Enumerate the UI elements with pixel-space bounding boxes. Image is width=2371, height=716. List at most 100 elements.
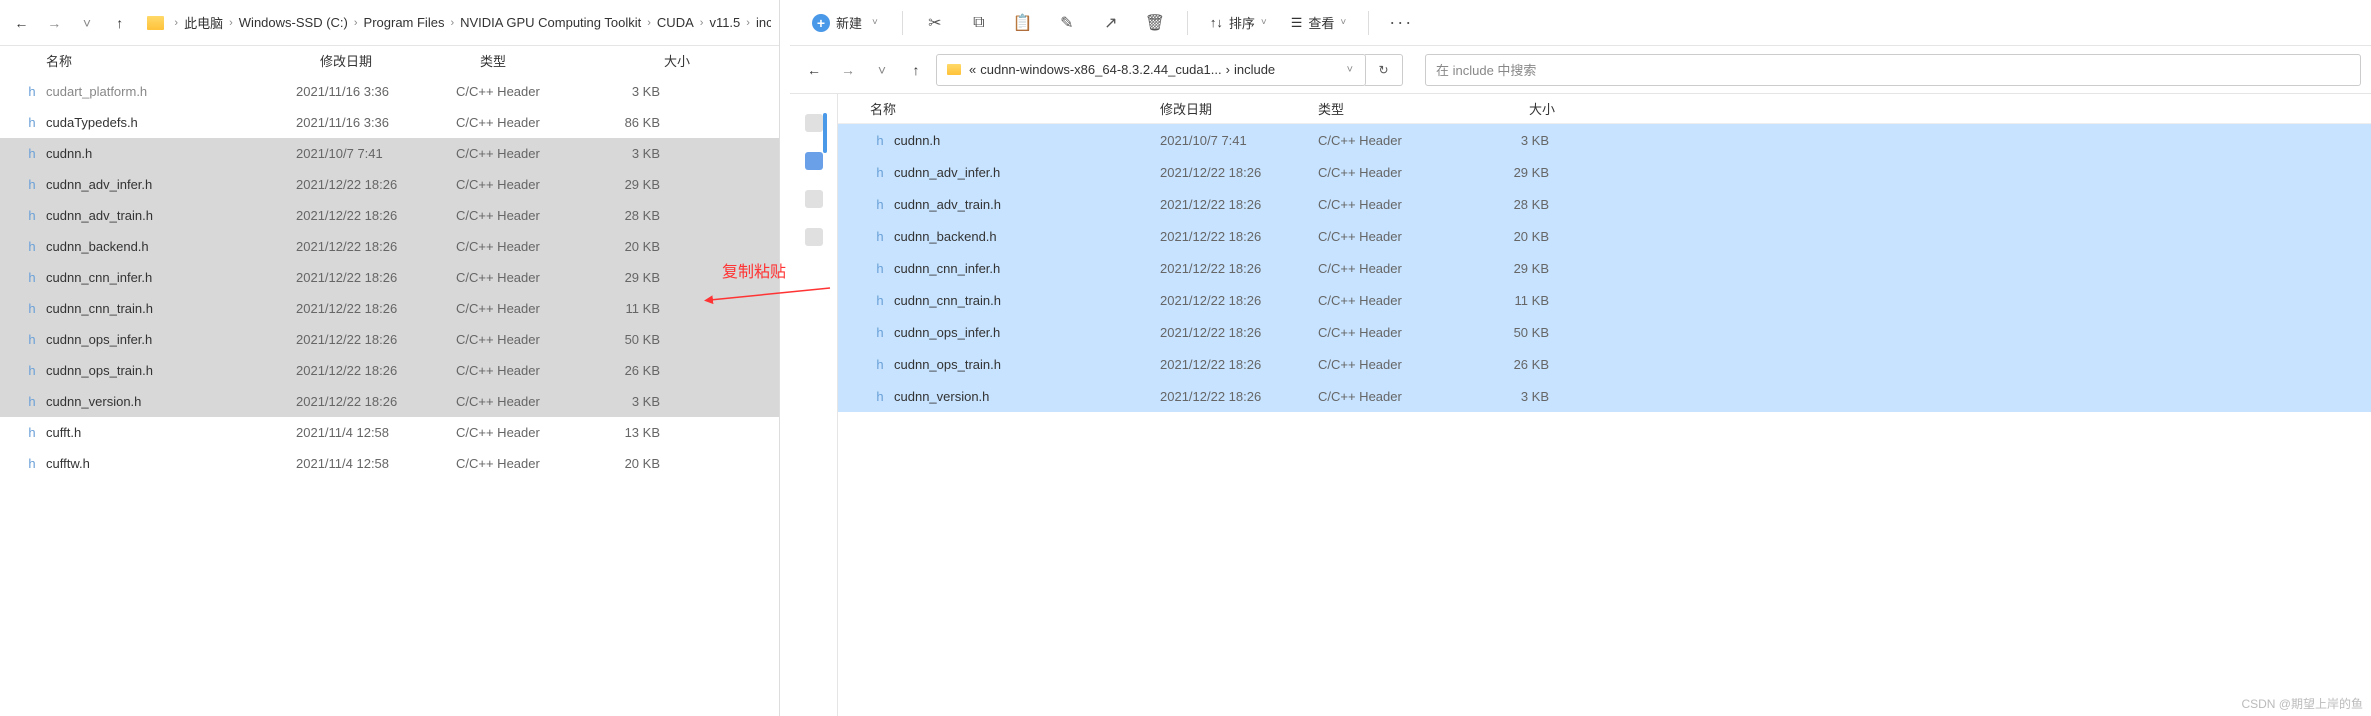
nav-chevron-down-icon[interactable]: ˅ [868,56,896,84]
col-header-size[interactable]: 大小 [610,51,690,70]
file-row[interactable]: hcufft.h2021/11/4 12:58C/C++ Header13 KB [0,417,779,448]
file-row[interactable]: hcudnn_backend.h2021/12/22 18:26C/C++ He… [838,220,2371,252]
file-type: C/C++ Header [1318,357,1483,372]
file-type: C/C++ Header [456,301,586,316]
refresh-button[interactable]: ↻ [1365,54,1403,86]
header-file-icon: h [870,130,890,150]
breadcrumb-item[interactable]: Program Files [364,15,445,30]
breadcrumb-item[interactable]: v11.5 [709,15,740,30]
nav-forward-button[interactable]: → [41,9,68,37]
nav-up-button[interactable]: ↑ [902,56,930,84]
file-type: C/C++ Header [456,146,586,161]
file-row[interactable]: hcufftw.h2021/11/4 12:58C/C++ Header20 K… [0,448,779,479]
col-header-type[interactable]: 类型 [480,51,610,70]
file-size: 29 KB [586,177,666,192]
breadcrumb-item[interactable]: include [756,15,771,30]
file-size: 50 KB [586,332,666,347]
folder-icon [947,64,961,75]
toolbar-separator [902,11,903,35]
file-type: C/C++ Header [1318,325,1483,340]
address-dropdown-icon[interactable]: ˅ [1347,64,1353,76]
paste-icon[interactable]: 📋 [1003,7,1043,39]
file-row[interactable]: hcudaTypedefs.h2021/11/16 3:36C/C++ Head… [0,107,779,138]
left-file-list[interactable]: hcudart_platform.h2021/11/16 3:36C/C++ H… [0,76,779,716]
view-button[interactable]: ☰ 查看 ˅ [1281,9,1357,36]
file-row[interactable]: hcudnn_backend.h2021/12/22 18:26C/C++ He… [0,231,779,262]
address-box[interactable]: « cudnn-windows-x86_64-8.3.2.44_cuda1...… [936,54,1366,86]
file-row[interactable]: hcudnn_adv_train.h2021/12/22 18:26C/C++ … [0,200,779,231]
breadcrumb[interactable]: 此电脑 › Windows-SSD (C:) › Program Files › NVIDI… [184,13,771,32]
breadcrumb-item[interactable]: 此电脑 [184,13,223,32]
copy-icon[interactable]: ⧉ [959,7,999,39]
file-row[interactable]: hcudnn_adv_infer.h2021/12/22 18:26C/C++ … [0,169,779,200]
rename-icon[interactable]: ✎ [1047,7,1087,39]
file-type: C/C++ Header [456,363,586,378]
file-row[interactable]: hcudnn_ops_train.h2021/12/22 18:26C/C++ … [838,348,2371,380]
file-row[interactable]: hcudnn_ops_train.h2021/12/22 18:26C/C++ … [0,355,779,386]
right-content: 名称 修改日期 类型 大小 hcudnn.h2021/10/7 7:41C/C+… [790,94,2371,716]
new-button[interactable]: + 新建 ˅ [800,9,890,36]
file-row[interactable]: hcudnn_ops_infer.h2021/12/22 18:26C/C++ … [838,316,2371,348]
file-name: cudnn_adv_train.h [894,197,1001,212]
file-type: C/C++ Header [1318,229,1483,244]
file-row[interactable]: hcudnn_version.h2021/12/22 18:26C/C++ He… [0,386,779,417]
col-header-name[interactable]: 名称 [46,51,320,70]
file-row[interactable]: hcudnn_cnn_train.h2021/12/22 18:26C/C++ … [838,284,2371,316]
file-row[interactable]: hcudnn.h2021/10/7 7:41C/C++ Header3 KB [838,124,2371,156]
file-row[interactable]: hcudnn.h2021/10/7 7:41C/C++ Header3 KB [0,138,779,169]
file-row[interactable]: hcudnn_version.h2021/12/22 18:26C/C++ He… [838,380,2371,412]
col-header-size[interactable]: 大小 [1483,99,1555,118]
file-row[interactable]: hcudnn_cnn_train.h2021/12/22 18:26C/C++ … [0,293,779,324]
breadcrumb-chevron-icon: › [450,17,454,29]
header-file-icon: h [22,113,42,133]
file-name: cudnn.h [46,146,92,161]
breadcrumb-item[interactable]: CUDA [657,15,694,30]
file-date: 2021/12/22 18:26 [1160,293,1318,308]
right-column-header[interactable]: 名称 修改日期 类型 大小 [838,94,2371,124]
share-icon[interactable]: ↗ [1091,7,1131,39]
col-header-type[interactable]: 类型 [1318,99,1483,118]
col-header-name[interactable]: 名称 [870,99,1160,118]
search-placeholder: 在 include 中搜索 [1436,60,1536,79]
file-name: cufftw.h [46,456,90,471]
breadcrumb-chevron-icon: › [746,17,750,29]
search-input[interactable]: 在 include 中搜索 [1425,54,2361,86]
nav-back-button[interactable]: ← [800,56,828,84]
left-column-header[interactable]: 名称 修改日期 类型 大小 [0,46,779,76]
nav-back-button[interactable]: ← [8,9,35,37]
address-current[interactable]: include [1234,62,1275,77]
file-name: cudnn_adv_infer.h [46,177,152,192]
delete-icon[interactable]: 🗑 [1135,7,1175,39]
file-type: C/C++ Header [456,332,586,347]
breadcrumb-chevron-icon: › [647,17,651,29]
plus-icon: + [812,14,830,32]
file-row[interactable]: hcudart_platform.h2021/11/16 3:36C/C++ H… [0,76,779,107]
view-label: 查看 [1308,13,1334,32]
file-type: C/C++ Header [1318,261,1483,276]
sort-button[interactable]: ↑↓ 排序 ˅ [1200,9,1277,36]
file-date: 2021/12/22 18:26 [296,270,456,285]
nav-chevron-down-icon[interactable]: ˅ [74,9,101,37]
file-row[interactable]: hcudnn_ops_infer.h2021/12/22 18:26C/C++ … [0,324,779,355]
file-row[interactable]: hcudnn_cnn_infer.h2021/12/22 18:26C/C++ … [0,262,779,293]
file-size: 20 KB [1483,229,1555,244]
right-file-list[interactable]: hcudnn.h2021/10/7 7:41C/C++ Header3 KBhc… [838,124,2371,412]
address-path[interactable]: cudnn-windows-x86_64-8.3.2.44_cuda1... [980,62,1221,77]
breadcrumb-item[interactable]: Windows-SSD (C:) [239,15,348,30]
file-row[interactable]: hcudnn_cnn_infer.h2021/12/22 18:26C/C++ … [838,252,2371,284]
file-size: 13 KB [586,425,666,440]
file-size: 50 KB [1483,325,1555,340]
col-header-date[interactable]: 修改日期 [320,51,480,70]
file-date: 2021/11/16 3:36 [296,115,456,130]
breadcrumb-item[interactable]: NVIDIA GPU Computing Toolkit [460,15,641,30]
cut-icon[interactable]: ✂ [915,7,955,39]
nav-forward-button[interactable]: → [834,56,862,84]
col-header-date[interactable]: 修改日期 [1160,99,1318,118]
file-row[interactable]: hcudnn_adv_infer.h2021/12/22 18:26C/C++ … [838,156,2371,188]
file-name: cudnn_version.h [894,389,989,404]
more-button[interactable]: ··· [1381,12,1421,33]
header-file-icon: h [22,175,42,195]
nav-up-button[interactable]: ↑ [106,9,133,37]
file-date: 2021/12/22 18:26 [296,208,456,223]
file-row[interactable]: hcudnn_adv_train.h2021/12/22 18:26C/C++ … [838,188,2371,220]
